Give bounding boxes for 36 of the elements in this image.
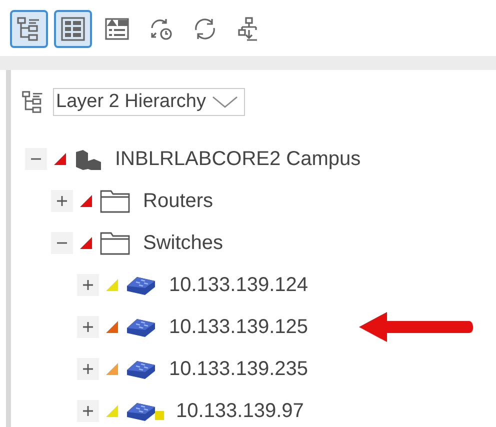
plus-icon bbox=[82, 405, 94, 417]
plus-icon bbox=[82, 279, 94, 291]
tree-node-label[interactable]: 10.133.139.97 bbox=[176, 400, 304, 422]
tree-view-icon bbox=[16, 16, 42, 42]
plus-icon bbox=[82, 363, 94, 375]
expand-toggle[interactable] bbox=[77, 274, 99, 296]
buildings-icon bbox=[73, 148, 103, 170]
refresh-icon bbox=[192, 16, 218, 42]
folder-icon bbox=[99, 188, 131, 214]
tree-node-label[interactable]: Routers bbox=[143, 190, 214, 212]
plus-icon bbox=[82, 321, 94, 333]
network-switch-icon bbox=[125, 358, 157, 380]
tree-node-label[interactable]: 10.133.139.235 bbox=[169, 358, 308, 380]
tree-node-label[interactable]: INBLRLABCORE2 Campus bbox=[115, 148, 361, 170]
chevron-down-icon bbox=[212, 95, 238, 109]
tree-view-icon bbox=[21, 90, 45, 114]
collapse-toggle[interactable] bbox=[51, 232, 73, 254]
expand-toggle[interactable] bbox=[77, 358, 99, 380]
tree-node-label[interactable]: 10.133.139.124 bbox=[169, 274, 308, 296]
tree-node-label[interactable]: Switches bbox=[143, 232, 224, 254]
table-view-icon bbox=[60, 16, 86, 42]
expand-toggle[interactable] bbox=[77, 400, 99, 422]
toolbar-button[interactable] bbox=[54, 10, 92, 48]
network-switch-icon bbox=[125, 274, 157, 296]
network-switch-icon bbox=[125, 400, 157, 422]
details-icon bbox=[104, 16, 130, 42]
expand-toggle[interactable] bbox=[51, 190, 73, 212]
network-switch-icon bbox=[125, 316, 157, 338]
collapse-toggle[interactable] bbox=[25, 148, 47, 170]
expand-toggle[interactable] bbox=[77, 316, 99, 338]
history-icon bbox=[148, 16, 174, 42]
plus-icon bbox=[56, 195, 68, 207]
hierarchy-dropdown[interactable]: Layer 2 Hierarchy bbox=[53, 88, 245, 116]
toolbar-button[interactable] bbox=[10, 10, 48, 48]
folder-icon bbox=[99, 230, 131, 256]
tree-node-label[interactable]: 10.133.139.125 bbox=[169, 316, 308, 338]
